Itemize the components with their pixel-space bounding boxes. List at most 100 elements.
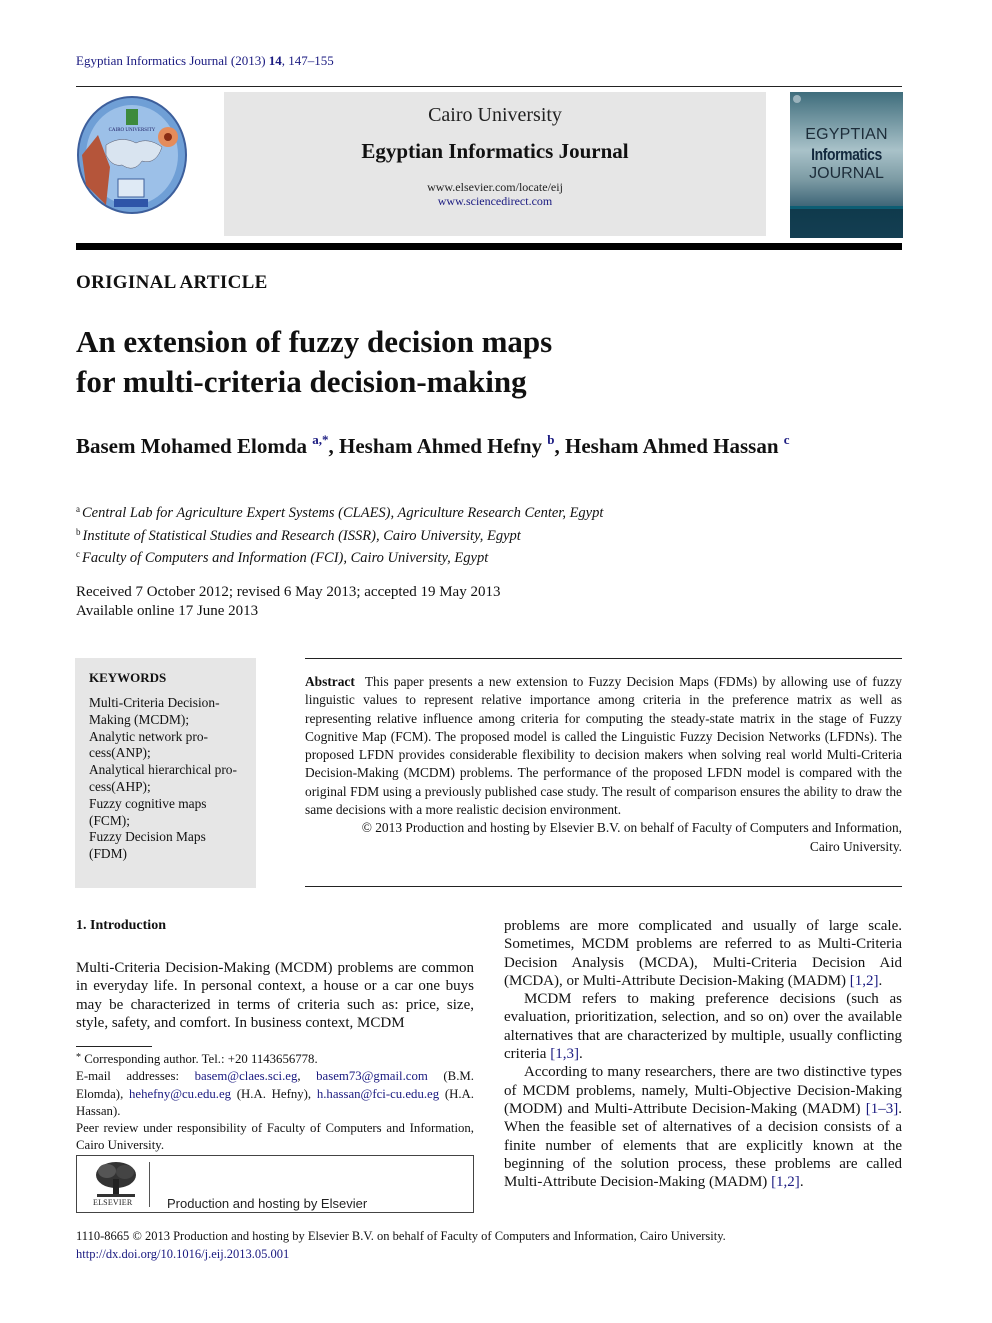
publisher-box: ELSEVIER Production and hosting by Elsev… bbox=[76, 1155, 474, 1213]
keywords-heading: KEYWORDS bbox=[89, 670, 167, 685]
period: . bbox=[799, 1174, 804, 1191]
cover-stripe bbox=[790, 206, 903, 209]
author-name: Hesham Ahmed Hefny bbox=[339, 434, 543, 458]
received-dates: Received 7 October 2012; revised 6 May 2… bbox=[76, 584, 501, 600]
abstract-copyright: © 2013 Production and hosting by Elsevie… bbox=[305, 819, 902, 856]
abstract-bottom-divider bbox=[305, 886, 902, 887]
affiliation-mark: b bbox=[76, 526, 81, 537]
cover-title-line3: JOURNAL bbox=[809, 165, 884, 182]
keyword-line: Fuzzy cognitive maps bbox=[89, 795, 207, 811]
available-online-date: Available online 17 June 2013 bbox=[76, 602, 259, 619]
intro-paragraph: According to many researchers, there are… bbox=[504, 1063, 902, 1191]
corresponding-author-note: * Corresponding author. Tel.: +20 114365… bbox=[76, 1049, 474, 1068]
keywords-box: KEYWORDS Multi-Criteria Decision- Making… bbox=[75, 658, 256, 888]
citation-journal: Egyptian Informatics Journal (2013) bbox=[76, 53, 266, 68]
article-title: An extension of fuzzy decision maps for … bbox=[76, 322, 776, 402]
reference-link[interactable]: [1,2] bbox=[771, 1174, 800, 1190]
reference-link[interactable]: [1,2] bbox=[850, 973, 879, 989]
author-affiliation-link[interactable]: b bbox=[547, 432, 554, 447]
period: . bbox=[878, 972, 883, 989]
footnotes: * Corresponding author. Tel.: +20 114365… bbox=[76, 1049, 474, 1155]
abstract-top-divider bbox=[305, 658, 902, 659]
affiliation-text: Faculty of Computers and Information (FC… bbox=[82, 550, 489, 566]
masthead-bottom-divider bbox=[76, 243, 902, 250]
period: . bbox=[578, 1046, 583, 1063]
author-separator: , bbox=[554, 434, 565, 458]
elsevier-tree-logo-icon bbox=[96, 1162, 136, 1197]
email-link[interactable]: hehefny@cu.edu.eg bbox=[129, 1087, 231, 1101]
affiliation-item: c Faculty of Computers and Information (F… bbox=[76, 545, 603, 568]
cover-title-line2: Informatics bbox=[811, 145, 882, 164]
intro-paragraph: MCDM refers to making preference decisio… bbox=[504, 990, 902, 1063]
paragraph-text: problems are more complicated and usuall… bbox=[504, 918, 902, 989]
affiliation-text: Central Lab for Agriculture Expert Syste… bbox=[82, 505, 604, 521]
sciencedirect-link[interactable]: www.sciencedirect.com bbox=[224, 194, 766, 208]
keyword-line: cess(ANP); bbox=[89, 745, 151, 761]
abstract-text: This paper presents a new extension to F… bbox=[305, 674, 902, 818]
footnote-text: Corresponding author. Tel.: +20 11436567… bbox=[81, 1052, 318, 1066]
affiliation-item: a Central Lab for Agriculture Expert Syst… bbox=[76, 500, 603, 523]
abstract-label: Abstract bbox=[305, 674, 355, 689]
peer-review-note: Peer review under responsibility of Facu… bbox=[76, 1121, 474, 1153]
journal-cover-image: EGYPTIAN Informatics JOURNAL bbox=[790, 92, 903, 238]
affiliation-mark: c bbox=[76, 549, 80, 559]
journal-name: Egyptian Informatics Journal bbox=[361, 139, 629, 163]
cover-title-line1: EGYPTIAN bbox=[805, 126, 888, 143]
footnote-divider bbox=[76, 1046, 152, 1047]
author-name: Hesham Ahmed Hassan bbox=[565, 434, 779, 458]
citation-pages: , 147–155 bbox=[281, 53, 334, 68]
title-line-1: An extension of fuzzy decision maps bbox=[76, 324, 553, 359]
abstract: Abstract This paper presents a new extens… bbox=[305, 673, 902, 856]
reference-link[interactable]: [1–3] bbox=[866, 1101, 899, 1117]
copyright-line-2: Cairo University. bbox=[809, 838, 902, 854]
elsevier-logo-label: ELSEVIER bbox=[93, 1198, 133, 1207]
separator: , bbox=[297, 1069, 317, 1084]
keyword-line: Analytical hierarchical pro- bbox=[89, 762, 237, 778]
email-link[interactable]: h.hassan@fci-cu.edu.eg bbox=[317, 1087, 439, 1101]
page-footer: 1110-8665 © 2013 Production and hosting … bbox=[76, 1228, 726, 1263]
publisher-text: Production and hosting by Elsevier bbox=[167, 1196, 368, 1211]
email-link[interactable]: basem73@gmail.com bbox=[316, 1069, 428, 1083]
svg-text:CAIRO UNIVERSITY: CAIRO UNIVERSITY bbox=[109, 128, 156, 133]
keyword-line: Making (MCDM); bbox=[89, 711, 190, 727]
author-affiliation-link[interactable]: a,* bbox=[312, 432, 328, 447]
copyright-line-1: © 2013 Production and hosting by Elsevie… bbox=[361, 820, 902, 836]
keyword-line: (FDM) bbox=[89, 846, 127, 862]
publisher-box-divider bbox=[149, 1162, 150, 1207]
article-type: ORIGINAL ARTICLE bbox=[76, 272, 268, 293]
affiliation-item: b Institute of Statistical Studies and Re… bbox=[76, 523, 603, 546]
keyword-line: Multi-Criteria Decision- bbox=[89, 695, 220, 710]
affiliation-mark: a bbox=[76, 504, 80, 514]
journal-locate-link[interactable]: www.elsevier.com/locate/eij bbox=[224, 180, 766, 194]
affiliations: a Central Lab for Agriculture Expert Syst… bbox=[76, 500, 603, 568]
cover-badge-icon bbox=[793, 95, 801, 103]
author-list: Basem Mohamed Elomda a,*, Hesham Ahmed H… bbox=[76, 432, 790, 459]
article-history: Received 7 October 2012; revised 6 May 2… bbox=[76, 583, 500, 620]
keyword-line: (FCM); bbox=[89, 812, 130, 828]
intro-left-column: Multi-Criteria Decision-Making (MCDM) pr… bbox=[76, 959, 474, 1033]
reference-link[interactable]: [1,3] bbox=[550, 1046, 579, 1062]
affiliation-text: Institute of Statistical Studies and Res… bbox=[82, 527, 521, 544]
keyword-line: Fuzzy Decision Maps bbox=[89, 829, 206, 845]
email-owner: (H.A. Hefny), bbox=[231, 1086, 317, 1101]
intro-paragraph: Multi-Criteria Decision-Making (MCDM) pr… bbox=[76, 960, 474, 1032]
author-name: Basem Mohamed Elomda bbox=[76, 434, 307, 458]
section-heading-introduction: 1. Introduction bbox=[76, 918, 166, 933]
paragraph-text: According to many researchers, there are… bbox=[504, 1064, 902, 1117]
journal-masthead: Cairo University Egyptian Informatics Jo… bbox=[224, 92, 766, 236]
keyword-line: Analytic network pro- bbox=[89, 728, 208, 744]
doi-link[interactable]: http://dx.doi.org/10.1016/j.eij.2013.05.… bbox=[76, 1246, 726, 1264]
author-affiliation-link[interactable]: c bbox=[784, 432, 790, 447]
abstract-body: Abstract This paper presents a new extens… bbox=[305, 673, 902, 819]
journal-citation[interactable]: Egyptian Informatics Journal (2013) 14, … bbox=[76, 53, 334, 69]
university-name: Cairo University bbox=[428, 104, 562, 126]
author-separator: , bbox=[328, 434, 339, 458]
email-label: E-mail addresses: bbox=[76, 1069, 195, 1084]
keyword-line: cess(AHP); bbox=[89, 778, 151, 794]
email-link[interactable]: basem@claes.sci.eg bbox=[195, 1069, 298, 1083]
faculty-logo-icon: CAIRO UNIVERSITY bbox=[77, 96, 187, 214]
masthead-top-divider bbox=[76, 86, 902, 87]
intro-paragraph: problems are more complicated and usuall… bbox=[504, 917, 902, 990]
email-addresses: E-mail addresses: basem@claes.sci.eg, ba… bbox=[76, 1068, 474, 1120]
issn-copyright: 1110-8665 © 2013 Production and hosting … bbox=[76, 1229, 726, 1243]
